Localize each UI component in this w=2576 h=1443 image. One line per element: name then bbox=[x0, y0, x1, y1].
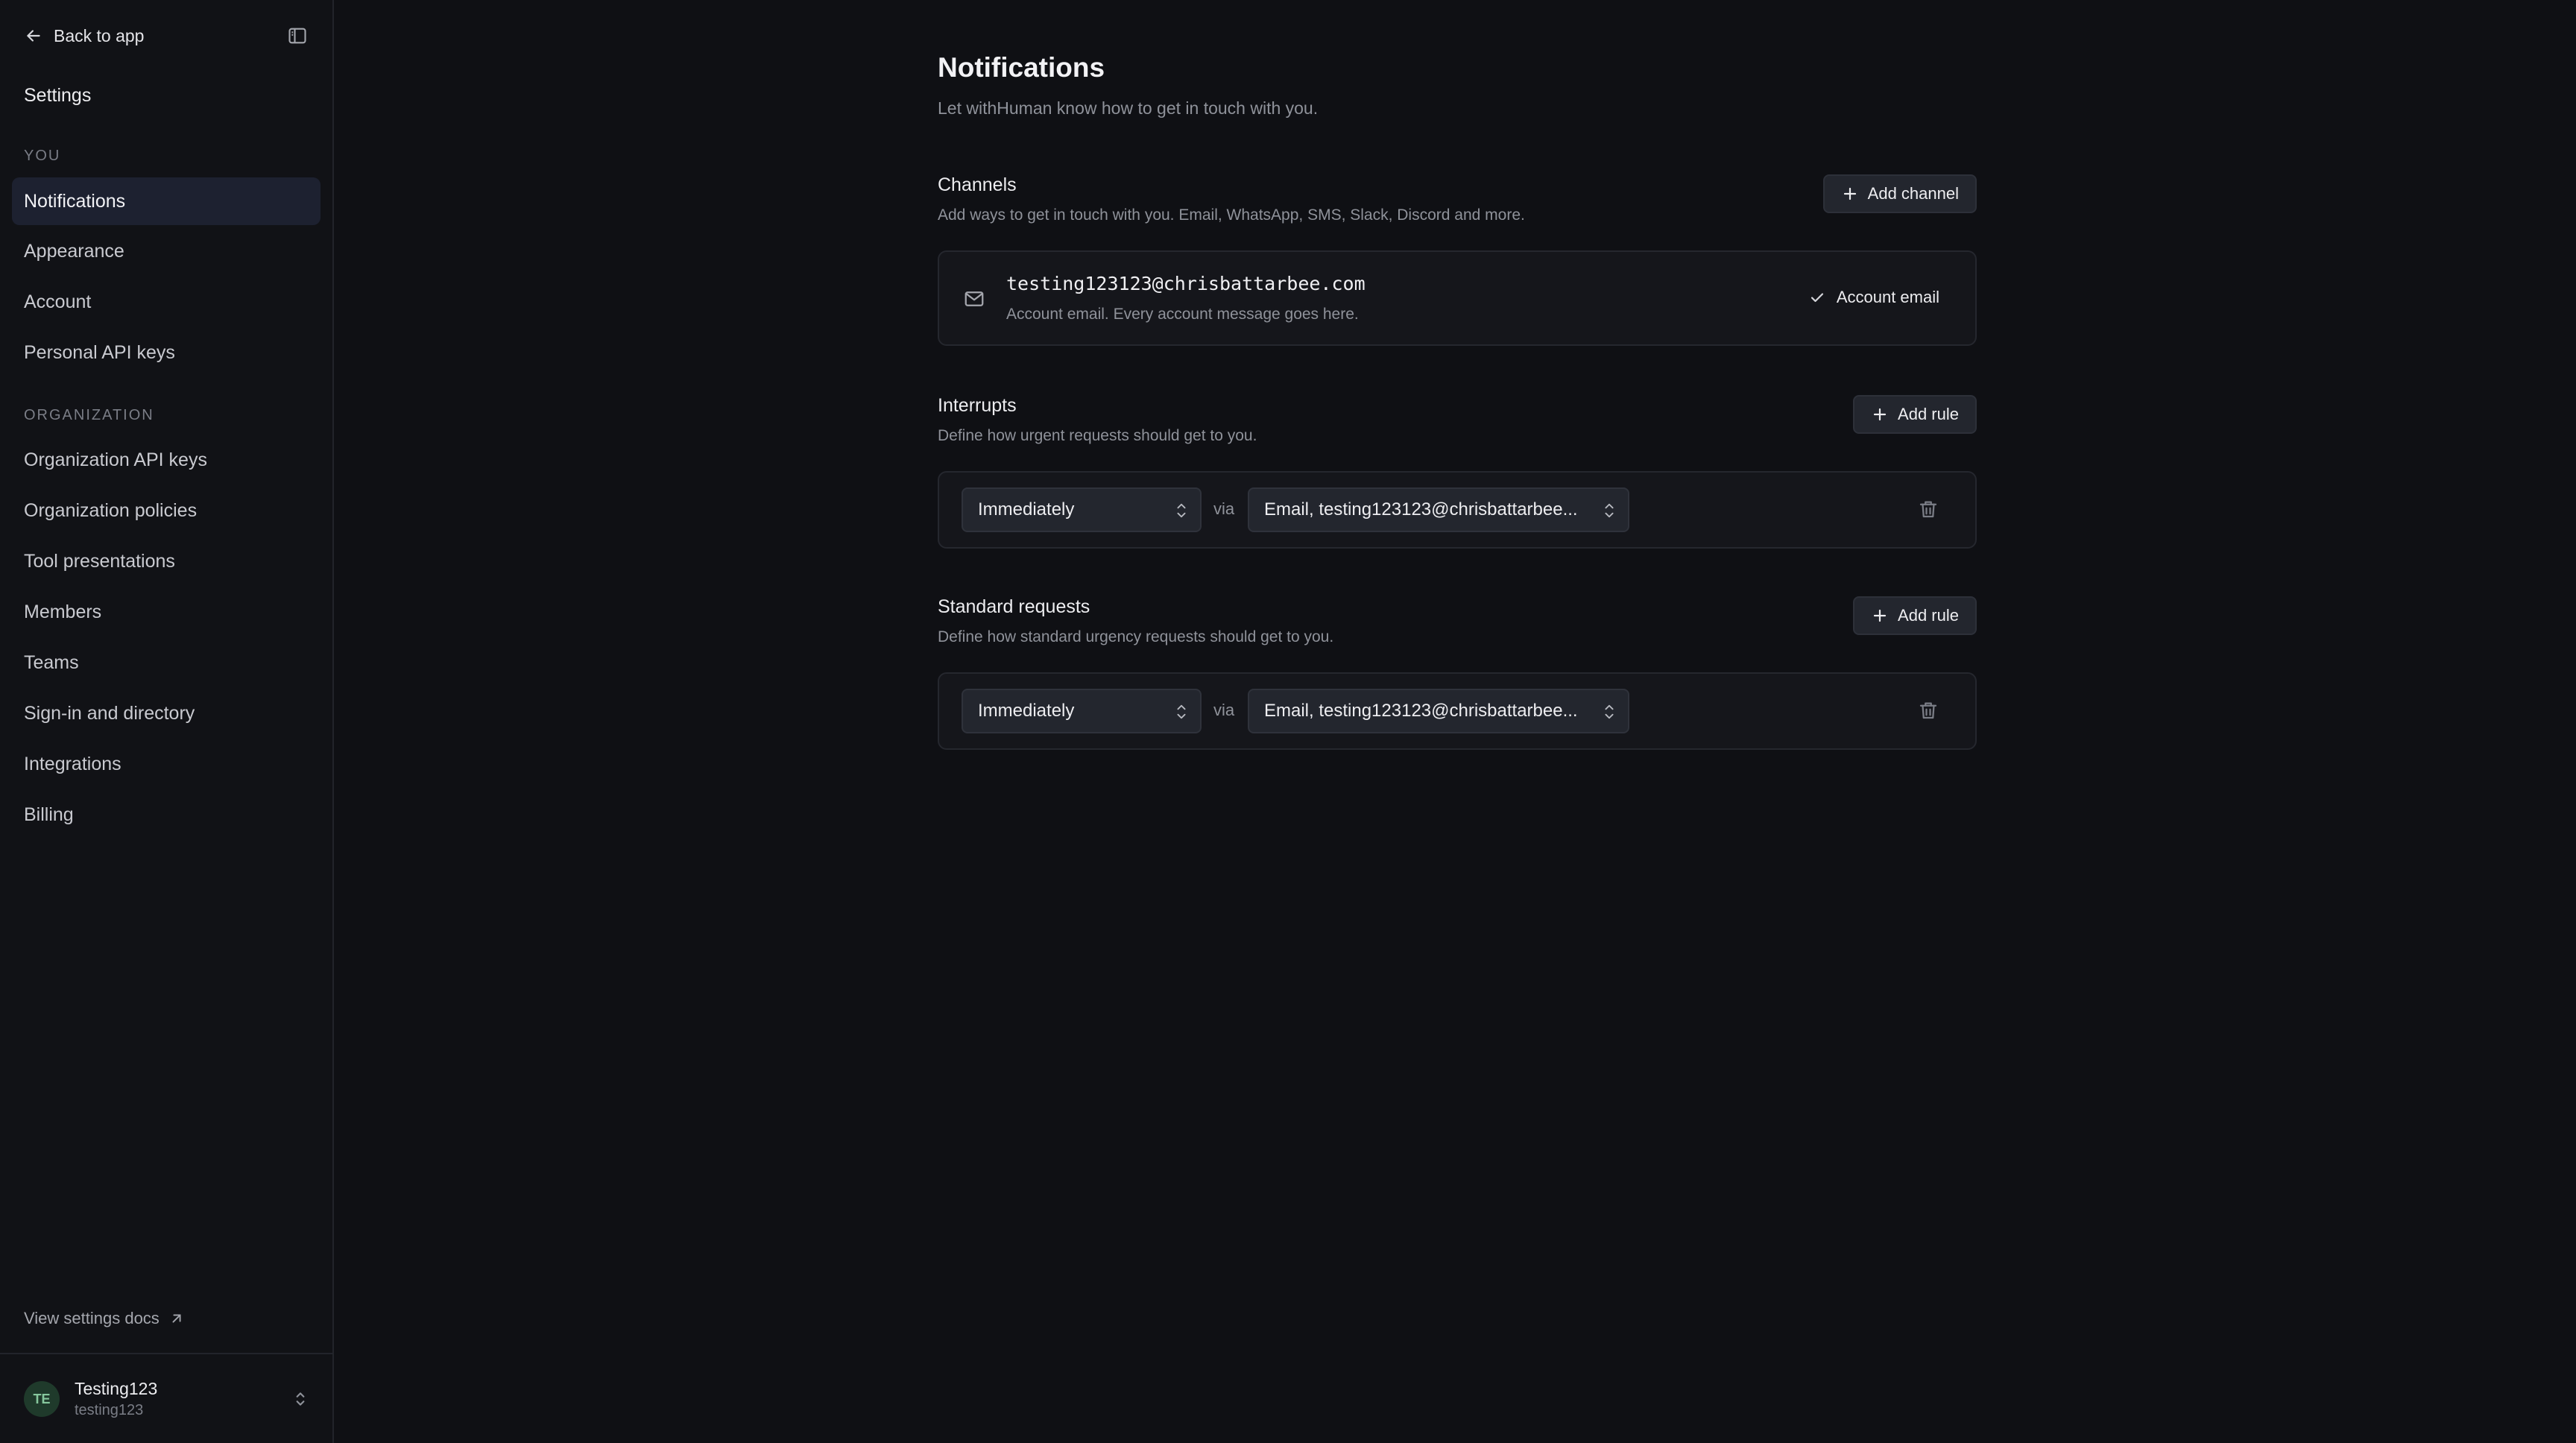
add-rule-label: Add rule bbox=[1898, 606, 1959, 625]
plus-icon bbox=[1843, 187, 1856, 200]
chevron-up-down-icon bbox=[296, 1392, 305, 1406]
sidebar-item-organization-api-keys[interactable]: Organization API keys bbox=[12, 436, 321, 484]
account-email-label: Account email bbox=[1836, 288, 1939, 306]
standard-channel-select[interactable]: Email, testing123123@chrisbattarbee... bbox=[1248, 689, 1629, 733]
channel-email-description: Account email. Every account message goe… bbox=[1006, 306, 1359, 323]
interrupts-section: Interrupts Define how urgent requests sh… bbox=[938, 395, 1977, 445]
docs-link-label: View settings docs bbox=[24, 1309, 160, 1327]
arrow-left-icon bbox=[27, 30, 40, 42]
app-root: Back to app Settings YOU Notifications A… bbox=[0, 0, 2576, 1443]
add-channel-label: Add channel bbox=[1867, 184, 1959, 203]
standard-rule-card: Immediately via Email, testing123123@chr… bbox=[938, 672, 1977, 750]
standard-requests-title: Standard requests bbox=[938, 596, 1090, 617]
sidebar-item-integrations[interactable]: Integrations bbox=[12, 740, 321, 788]
channels-section: Channels Add ways to get in touch with y… bbox=[938, 174, 1977, 224]
user-name: Testing123 bbox=[75, 1379, 158, 1398]
interrupt-channel-select[interactable]: Email, testing123123@chrisbattarbee... bbox=[1248, 487, 1629, 532]
add-rule-label: Add rule bbox=[1898, 405, 1959, 423]
channel-card-email: testing123123@chrisbattarbee.com Account… bbox=[938, 250, 1977, 346]
plus-icon bbox=[1873, 408, 1887, 421]
section-label-you: YOU bbox=[24, 148, 61, 164]
sidebar-title: Settings bbox=[24, 85, 92, 106]
sidebar-item-tool-presentations[interactable]: Tool presentations bbox=[12, 537, 321, 585]
via-label: via bbox=[1213, 701, 1235, 719]
chevron-up-down-icon bbox=[1177, 503, 1186, 518]
user-handle: testing123 bbox=[75, 1402, 144, 1418]
via-label: via bbox=[1213, 499, 1235, 518]
plus-icon bbox=[1873, 609, 1887, 622]
sidebar-item-members[interactable]: Members bbox=[12, 588, 321, 636]
standard-requests-description: Define how standard urgency requests sho… bbox=[938, 628, 1334, 645]
sidebar-item-sign-in-and-directory[interactable]: Sign-in and directory bbox=[12, 689, 321, 737]
interrupt-channel-value: Email, testing123123@chrisbattarbee... bbox=[1264, 499, 1578, 520]
standard-timing-value: Immediately bbox=[978, 701, 1075, 721]
channels-title: Channels bbox=[938, 174, 1017, 195]
sidebar-toggle-button[interactable] bbox=[285, 23, 310, 48]
mail-icon bbox=[965, 291, 984, 306]
interrupt-rule-card: Immediately via Email, testing123123@chr… bbox=[938, 471, 1977, 549]
channels-description: Add ways to get in touch with you. Email… bbox=[938, 206, 1525, 224]
interrupt-timing-value: Immediately bbox=[978, 499, 1075, 520]
user-divider bbox=[0, 1353, 334, 1354]
sidebar-header: Back to app bbox=[24, 21, 310, 51]
interrupts-description: Define how urgent requests should get to… bbox=[938, 427, 1257, 444]
avatar: TE bbox=[24, 1381, 60, 1417]
trash-icon[interactable] bbox=[1917, 498, 1939, 520]
settings-sidebar: Back to app Settings YOU Notifications A… bbox=[0, 0, 334, 1443]
add-interrupt-rule-button[interactable]: Add rule bbox=[1853, 395, 1977, 434]
account-email-badge: Account email bbox=[1808, 288, 1939, 307]
sidebar-item-personal-api-keys[interactable]: Personal API keys bbox=[12, 329, 321, 376]
section-label-organization: ORGANIZATION bbox=[24, 407, 154, 423]
sidebar-item-billing[interactable]: Billing bbox=[12, 791, 321, 839]
standard-timing-select[interactable]: Immediately bbox=[962, 689, 1202, 733]
page-subtitle: Let withHuman know how to get in touch w… bbox=[938, 98, 1319, 118]
trash-icon[interactable] bbox=[1917, 699, 1939, 722]
sidebar-panel-icon bbox=[288, 28, 306, 44]
add-channel-button[interactable]: Add channel bbox=[1822, 174, 1977, 213]
back-to-app-label: Back to app bbox=[54, 25, 145, 45]
sidebar-item-appearance[interactable]: Appearance bbox=[12, 227, 321, 275]
view-settings-docs-link[interactable]: View settings docs bbox=[24, 1309, 185, 1328]
sidebar-item-notifications[interactable]: Notifications bbox=[12, 177, 321, 225]
chevron-up-down-icon bbox=[1605, 704, 1614, 719]
sidebar-item-account[interactable]: Account bbox=[12, 278, 321, 326]
interrupts-title: Interrupts bbox=[938, 395, 1017, 416]
check-icon bbox=[1811, 293, 1823, 303]
standard-requests-section: Standard requests Define how standard ur… bbox=[938, 596, 1977, 646]
user-info: Testing123 testing123 bbox=[75, 1379, 157, 1419]
chevron-up-down-icon bbox=[1605, 503, 1614, 518]
sidebar-item-teams[interactable]: Teams bbox=[12, 639, 321, 686]
page-title: Notifications bbox=[938, 52, 1105, 83]
channel-email-address: testing123123@chrisbattarbee.com bbox=[1006, 273, 1366, 294]
chevron-up-down-icon bbox=[1177, 704, 1186, 719]
user-menu-button[interactable]: TE Testing123 testing123 bbox=[24, 1375, 310, 1423]
sidebar-item-organization-policies[interactable]: Organization policies bbox=[12, 487, 321, 534]
add-standard-rule-button[interactable]: Add rule bbox=[1853, 596, 1977, 635]
interrupt-timing-select[interactable]: Immediately bbox=[962, 487, 1202, 532]
standard-channel-value: Email, testing123123@chrisbattarbee... bbox=[1264, 701, 1578, 721]
back-to-app-link[interactable]: Back to app bbox=[24, 26, 144, 46]
external-arrow-icon bbox=[172, 1314, 181, 1323]
